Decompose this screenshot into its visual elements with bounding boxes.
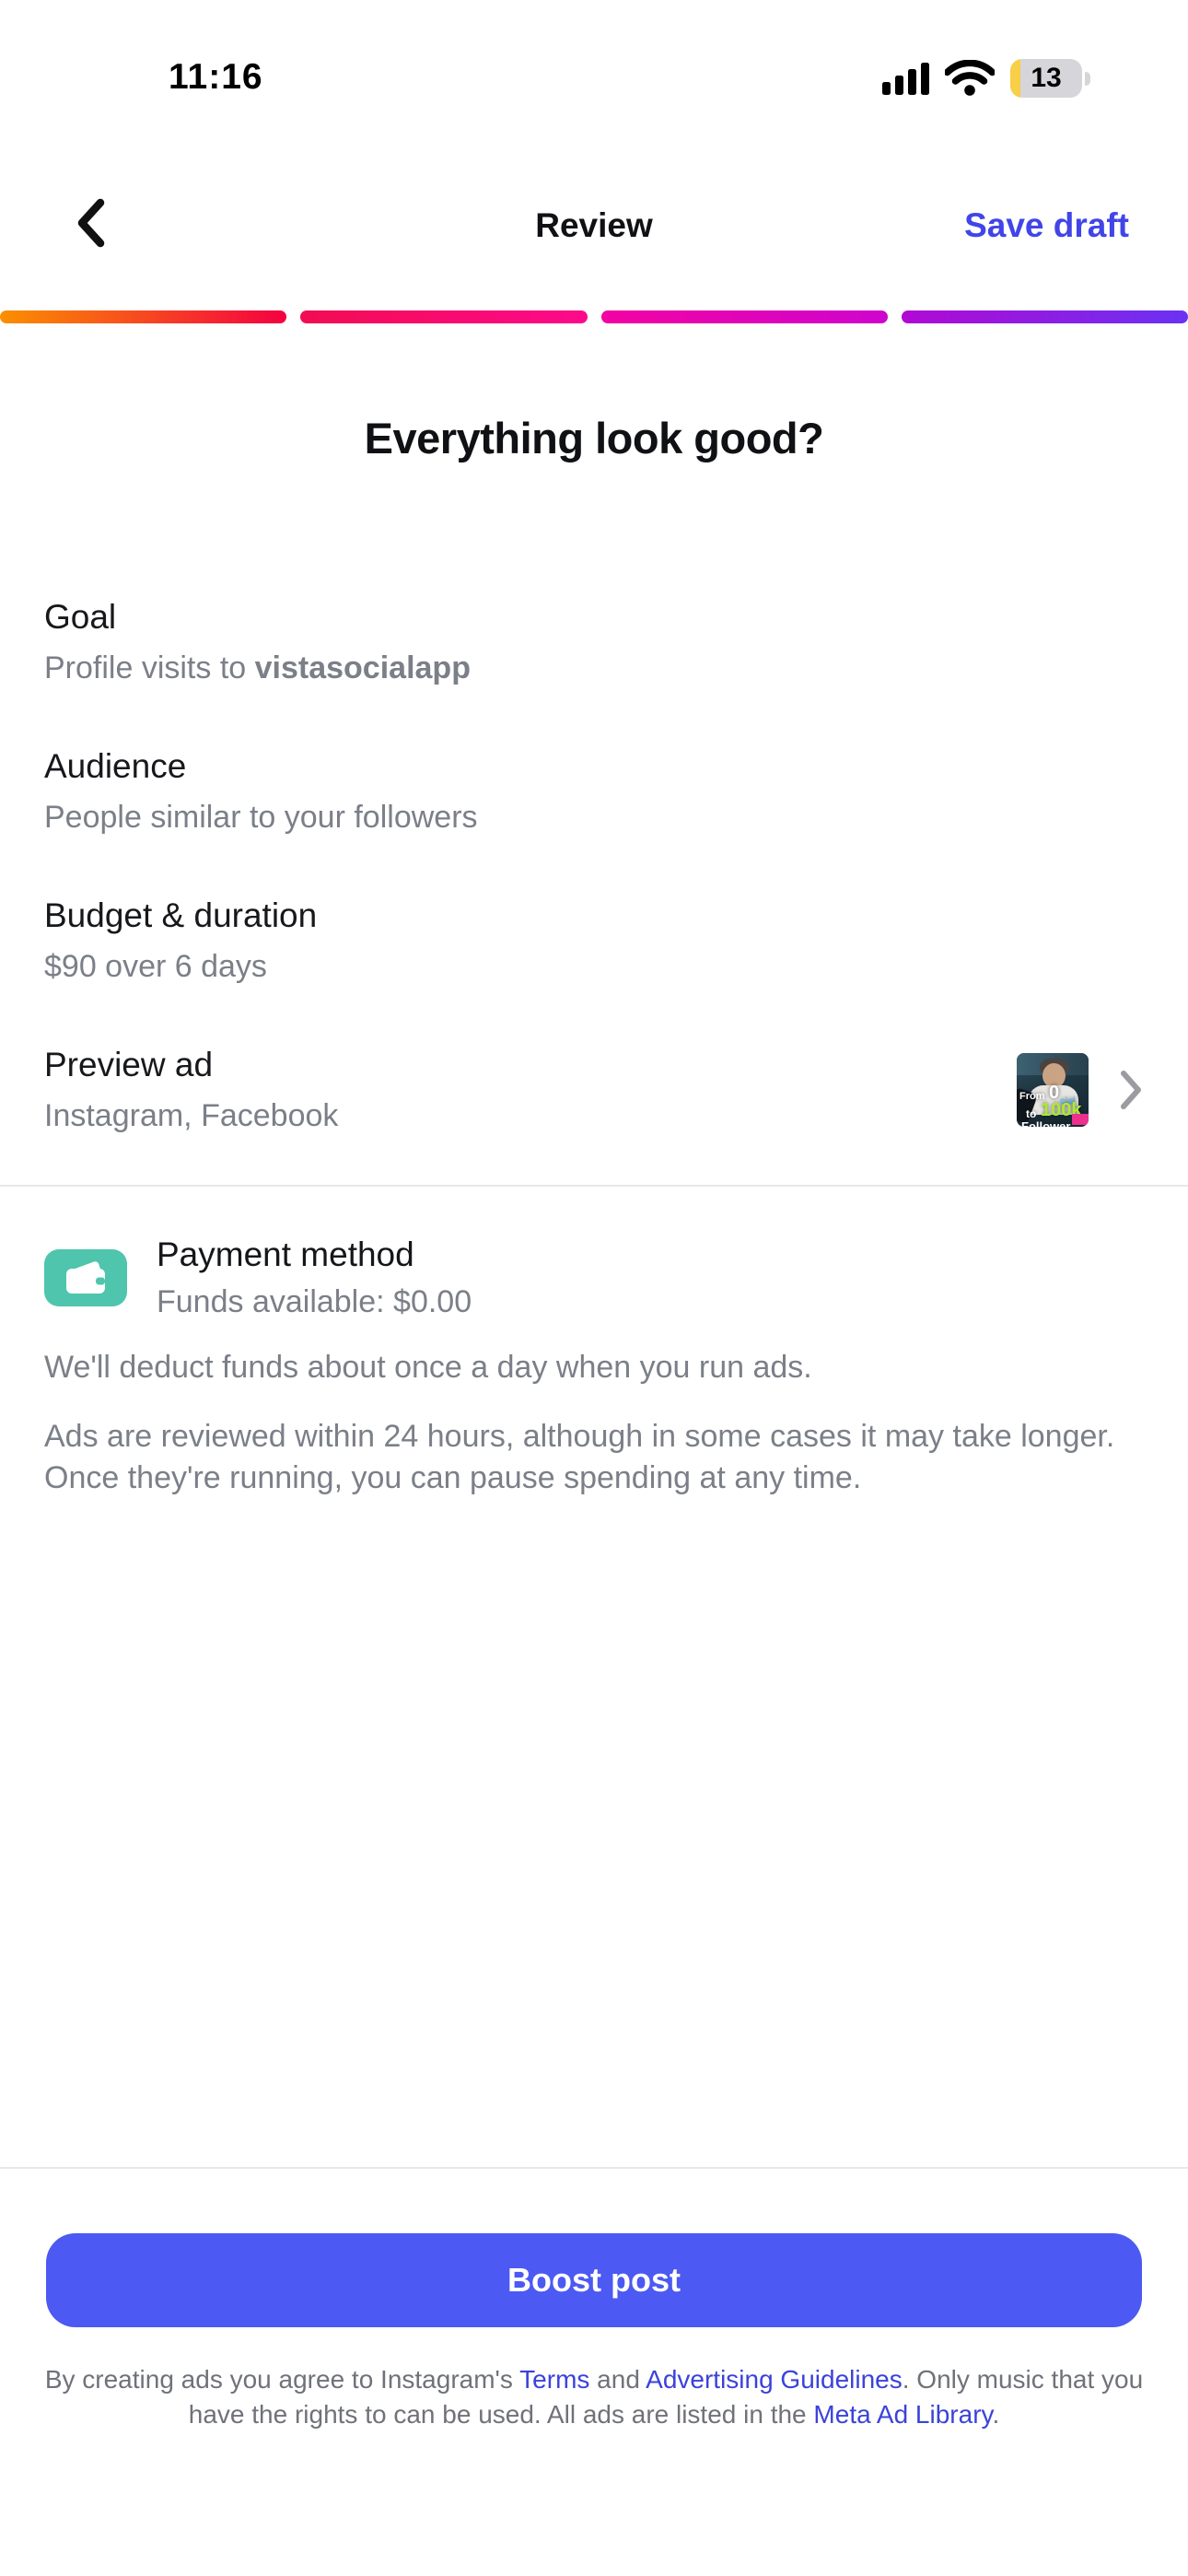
- progress-segment-3: [601, 310, 888, 323]
- review-summary: Goal Profile visits to vistasocialapp Au…: [44, 597, 1144, 1194]
- audience-label: Audience: [44, 746, 1144, 787]
- thumbnail-text-to: to: [1026, 1107, 1036, 1120]
- footer-text: and: [589, 2365, 646, 2394]
- goal-label: Goal: [44, 597, 1144, 638]
- goal-section: Goal Profile visits to vistasocialapp: [44, 597, 1144, 687]
- funds-available: Funds available: $0.00: [157, 1282, 472, 1321]
- divider: [0, 2167, 1188, 2169]
- boost-post-button[interactable]: Boost post: [46, 2233, 1142, 2327]
- status-icons: 13: [882, 55, 1090, 101]
- preview-ad-value: Instagram, Facebook: [44, 1096, 1017, 1135]
- goal-value-account: vistasocialapp: [255, 650, 471, 685]
- ad-thumbnail[interactable]: cial From 0 to 100k Follower: [1017, 1053, 1089, 1127]
- budget-value: $90 over 6 days: [44, 947, 1144, 986]
- wallet-icon: [44, 1249, 127, 1306]
- preview-ad-row[interactable]: Preview ad Instagram, Facebook cial From…: [44, 1045, 1144, 1135]
- goal-value-prefix: Profile visits to: [44, 650, 255, 685]
- footer-text: .: [992, 2400, 999, 2429]
- review-note: Ads are reviewed within 24 hours, althou…: [44, 1416, 1147, 1499]
- save-draft-button[interactable]: Save draft: [964, 206, 1129, 245]
- payment-method-title: Payment method: [157, 1235, 472, 1275]
- status-time: 11:16: [169, 57, 263, 98]
- progress-segment-4: [902, 310, 1188, 323]
- battery-icon: 13: [1010, 59, 1090, 98]
- divider: [0, 1185, 1188, 1187]
- audience-value: People similar to your followers: [44, 798, 1144, 837]
- boost-post-label: Boost post: [507, 2261, 681, 2300]
- meta-ad-library-link[interactable]: Meta Ad Library: [813, 2400, 992, 2429]
- thumbnail-pink-block: [1072, 1114, 1089, 1125]
- review-heading: Everything look good?: [0, 413, 1188, 463]
- step-progress-bar: [0, 310, 1188, 323]
- deduct-note: We'll deduct funds about once a day when…: [44, 1347, 1147, 1388]
- battery-percent: 13: [1010, 59, 1082, 98]
- footer-text: By creating ads you agree to Instagram's: [45, 2365, 519, 2394]
- payment-method-row[interactable]: Payment method Funds available: $0.00: [44, 1235, 1144, 1321]
- legal-footer: By creating ads you agree to Instagram's…: [37, 2362, 1151, 2432]
- preview-ad-label: Preview ad: [44, 1045, 1017, 1085]
- info-notes: We'll deduct funds about once a day when…: [44, 1347, 1147, 1499]
- audience-section: Audience People similar to your follower…: [44, 746, 1144, 837]
- advertising-guidelines-link[interactable]: Advertising Guidelines: [646, 2365, 903, 2394]
- cellular-signal-icon: [882, 62, 929, 95]
- chevron-right-icon: [1118, 1069, 1144, 1111]
- wifi-icon: [945, 60, 995, 97]
- budget-section: Budget & duration $90 over 6 days: [44, 896, 1144, 986]
- progress-segment-1: [0, 310, 286, 323]
- terms-link[interactable]: Terms: [519, 2365, 589, 2394]
- budget-label: Budget & duration: [44, 896, 1144, 936]
- thumbnail-text-follower: Follower: [1021, 1119, 1070, 1127]
- progress-segment-2: [300, 310, 587, 323]
- payment-texts: Payment method Funds available: $0.00: [157, 1235, 472, 1321]
- goal-value: Profile visits to vistasocialapp: [44, 649, 1144, 687]
